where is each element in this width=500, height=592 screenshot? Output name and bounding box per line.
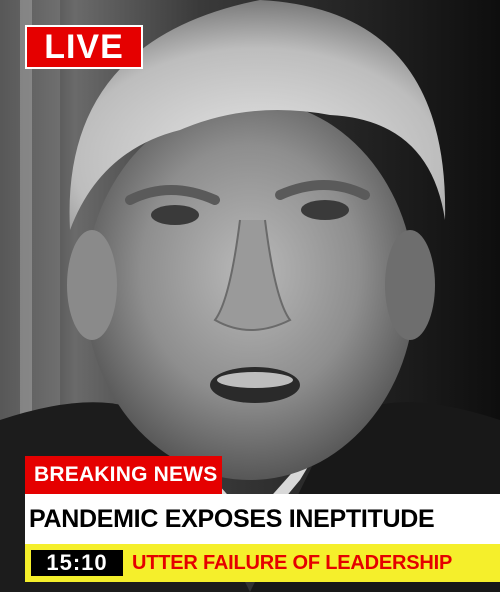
breaking-news-tag: BREAKING NEWS: [25, 456, 222, 494]
ticker-text: UTTER FAILURE OF LEADERSHIP: [132, 552, 453, 574]
clock: 15:10: [31, 550, 123, 576]
live-badge: LIVE: [25, 25, 143, 69]
ticker-bar: 15:10 UTTER FAILURE OF LEADERSHIP: [25, 544, 500, 582]
news-frame: LIVE BREAKING NEWS PANDEMIC EXPOSES INEP…: [0, 0, 500, 592]
headline-text: PANDEMIC EXPOSES INEPTITUDE: [29, 505, 435, 533]
headline-bar: PANDEMIC EXPOSES INEPTITUDE: [25, 494, 500, 544]
